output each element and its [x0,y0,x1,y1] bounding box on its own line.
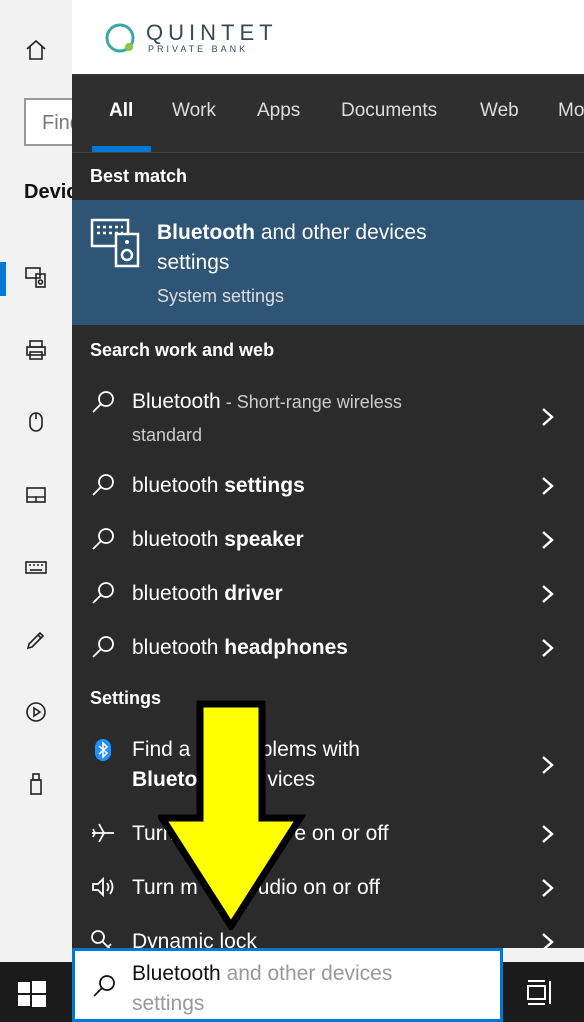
suggestion-description-cont: standard [132,425,203,445]
pen-icon[interactable] [22,626,50,654]
settings-result-text: Dynamic lock [132,930,257,948]
chevron-right-icon [540,584,556,604]
suggestion-text: Bluetooth - Short-range wireless [132,387,402,417]
chevron-right-icon [540,824,556,844]
settings-result-end: e on or off [294,822,389,845]
typed-query: Bluetooth [132,962,221,985]
settings-result-row[interactable]: Turn m udio on or off [72,871,584,907]
tab-all[interactable]: All [109,100,133,122]
best-match-subtitle: System settings [157,286,285,306]
settings-heading: Settings [90,688,162,708]
touchpad-icon[interactable] [22,481,50,509]
search-icon [90,634,116,660]
settings-result-row[interactable]: Find a problems with Blueto vices [72,733,584,799]
suggestion-bold: speaker [224,528,304,551]
suggestion-prefix: bluetooth [132,528,225,551]
chevron-right-icon [540,755,556,775]
autoplay-icon[interactable] [22,698,50,726]
speaker-icon [90,874,116,900]
web-suggestion-row[interactable]: bluetooth driver [72,577,584,613]
search-icon [90,472,116,498]
chevron-right-icon [540,530,556,550]
search-scope-tabs: All Work Apps Documents Web Mo [72,74,584,153]
search-icon [90,389,116,415]
yellow-arrow-annotation-icon [158,700,307,930]
panel-header: QUINTET PRIVATE BANK [72,0,584,74]
web-suggestion-row[interactable]: Bluetooth - Short-range wireless standar… [72,383,584,453]
suggestion-bold: headphones [224,636,348,659]
chevron-right-icon [540,476,556,496]
search-panel: QUINTET PRIVATE BANK All Work Apps Docum… [72,0,584,948]
suggestion-bold: driver [224,582,283,605]
bluetooth-devices-icon[interactable] [22,263,50,291]
task-view-icon[interactable] [524,977,556,1009]
bluetooth-icon [90,737,116,763]
quintet-logo-icon [105,23,135,53]
active-tab-indicator [92,146,151,152]
best-match-heading: Best match [90,166,188,186]
logo-subtext: PRIVATE BANK [148,44,249,54]
search-query-text: Bluetooth and other devices settings [132,959,452,1019]
best-match-title: Bluetooth and other devices settings [157,218,487,278]
settings-section-title: Devic [24,181,78,203]
chevron-right-icon [540,407,556,427]
suggestion-text: bluetooth headphones [132,633,348,663]
web-suggestion-row[interactable]: bluetooth headphones [72,631,584,667]
settings-result-row[interactable]: Turn e on or off [72,817,584,853]
search-icon [90,526,116,552]
tab-more[interactable]: Mo [558,100,584,122]
chevron-right-icon [540,878,556,898]
windows-start-icon[interactable] [16,978,48,1010]
logo-text: QUINTET [146,20,278,45]
settings-result-row[interactable]: Dynamic lock [72,925,584,948]
devices-settings-icon [90,218,140,268]
home-icon[interactable] [22,36,50,64]
airplane-icon [90,820,116,846]
chevron-right-icon [540,638,556,658]
mouse-icon[interactable] [22,408,50,436]
tab-web[interactable]: Web [480,100,519,122]
usb-icon[interactable] [22,770,50,798]
search-icon [90,580,116,606]
tab-documents[interactable]: Documents [341,100,437,122]
keyboard-icon[interactable] [22,553,50,581]
key-icon [90,928,116,948]
suggestion-prefix: bluetooth [132,636,225,659]
web-suggestion-row[interactable]: bluetooth speaker [72,523,584,559]
tab-work[interactable]: Work [172,100,216,122]
suggestion-description: - Short-range wireless [220,392,402,412]
suggestion-text: bluetooth settings [132,471,305,501]
best-match-title-bold: Bluetooth [157,221,255,244]
taskbar-search-input[interactable]: Bluetooth and other devices settings [72,948,503,1022]
suggestion-prefix: bluetooth [132,474,225,497]
search-icon [93,975,115,997]
suggestion-term: Bluetooth [132,390,221,413]
web-suggestion-row[interactable]: bluetooth settings [72,469,584,505]
suggestion-prefix: bluetooth [132,582,225,605]
tab-apps[interactable]: Apps [257,100,300,122]
suggestion-text: bluetooth driver [132,579,283,609]
best-match-result[interactable]: Bluetooth and other devices settings Sys… [72,200,584,325]
suggestion-bold: settings [224,474,305,497]
chevron-right-icon [540,932,556,948]
suggestion-text: bluetooth speaker [132,525,304,555]
printer-icon[interactable] [22,336,50,364]
selected-indicator [0,262,6,296]
search-web-heading: Search work and web [90,340,275,360]
